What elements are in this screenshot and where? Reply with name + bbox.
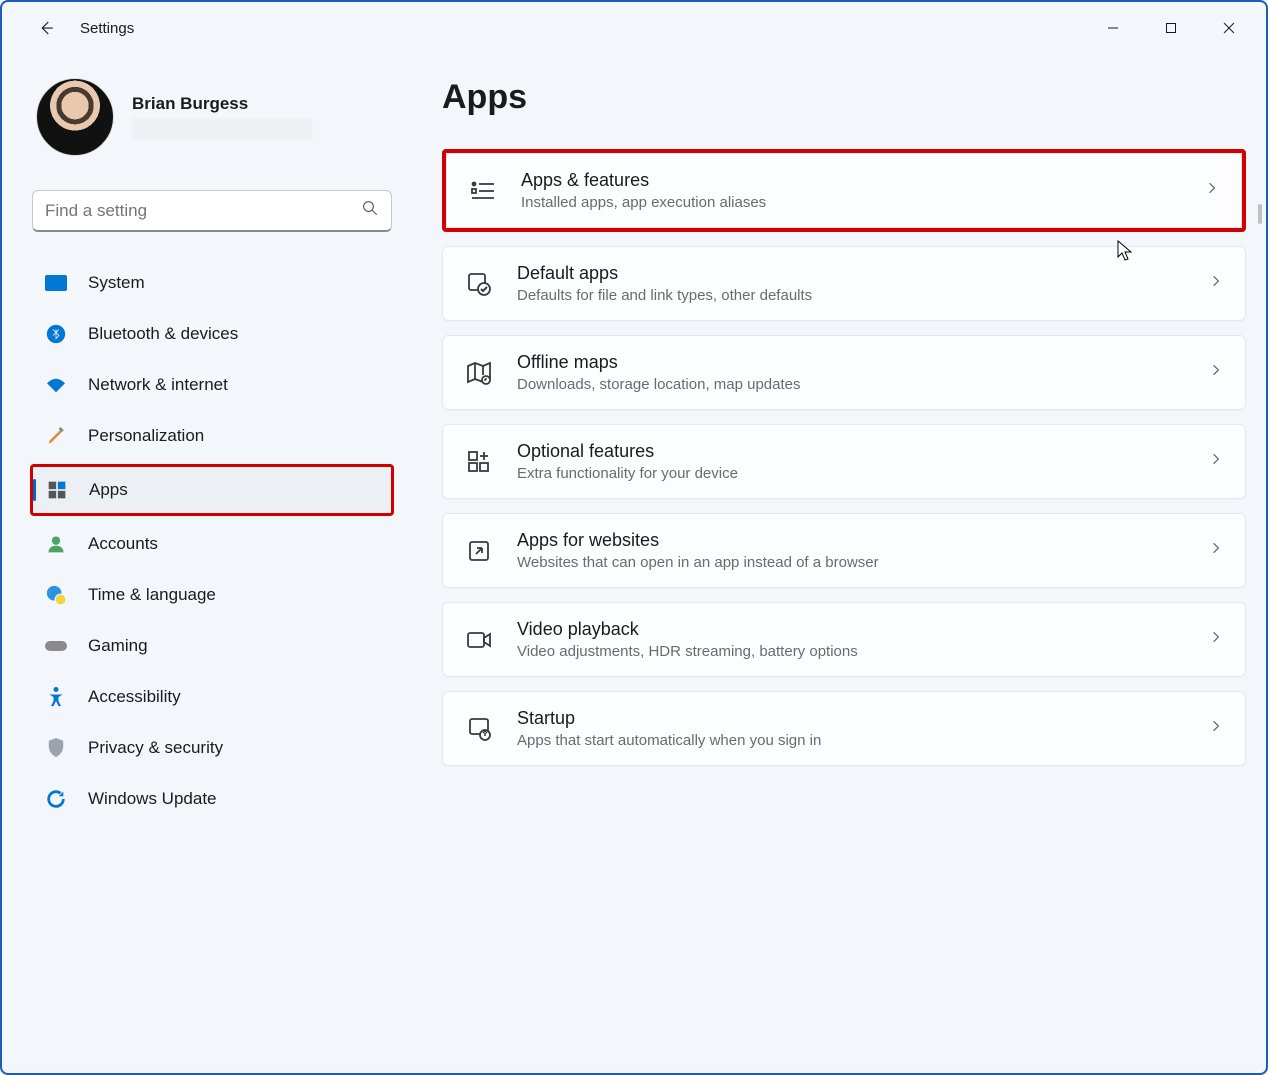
chevron-right-icon <box>1209 719 1223 738</box>
card-title: Offline maps <box>517 352 1185 373</box>
sidebar-item-bluetooth[interactable]: Bluetooth & devices <box>32 311 392 357</box>
sidebar-item-label: Personalization <box>88 426 204 446</box>
map-icon <box>465 359 493 387</box>
card-optional-features[interactable]: Optional features Extra functionality fo… <box>442 424 1246 499</box>
chevron-right-icon <box>1205 181 1219 200</box>
card-subtitle: Installed apps, app execution aliases <box>521 194 1181 211</box>
globe-clock-icon <box>44 583 68 607</box>
avatar <box>36 78 114 156</box>
search-box[interactable] <box>32 190 392 232</box>
card-offline-maps[interactable]: Offline maps Downloads, storage location… <box>442 335 1246 410</box>
profile-name: Brian Burgess <box>132 94 312 114</box>
profile-email-redacted <box>132 118 312 140</box>
sidebar-item-label: Bluetooth & devices <box>88 324 238 344</box>
gamepad-icon <box>44 634 68 658</box>
chevron-right-icon <box>1209 541 1223 560</box>
open-external-icon <box>465 537 493 565</box>
card-subtitle: Video adjustments, HDR streaming, batter… <box>517 643 1185 660</box>
sidebar-item-label: Apps <box>89 480 128 500</box>
sidebar-item-personalization[interactable]: Personalization <box>32 413 392 459</box>
sidebar-item-label: System <box>88 273 145 293</box>
paintbrush-icon <box>44 424 68 448</box>
card-title: Apps for websites <box>517 530 1185 551</box>
window-title: Settings <box>80 20 134 37</box>
shield-icon <box>44 736 68 760</box>
card-video-playback[interactable]: Video playback Video adjustments, HDR st… <box>442 602 1246 677</box>
window-controls <box>1084 8 1258 48</box>
chevron-right-icon <box>1209 274 1223 293</box>
grid-plus-icon <box>465 448 493 476</box>
card-subtitle: Defaults for file and link types, other … <box>517 287 1185 304</box>
system-icon <box>44 271 68 295</box>
startup-icon <box>465 715 493 743</box>
profile[interactable]: Brian Burgess <box>36 78 392 156</box>
video-icon <box>465 626 493 654</box>
sidebar-item-accounts[interactable]: Accounts <box>32 521 392 567</box>
card-title: Optional features <box>517 441 1185 462</box>
sidebar: Brian Burgess System Bluetooth & dev <box>2 54 402 1073</box>
page-title: Apps <box>442 78 1246 117</box>
card-startup[interactable]: Startup Apps that start automatically wh… <box>442 691 1246 766</box>
sidebar-item-system[interactable]: System <box>32 260 392 306</box>
bluetooth-icon <box>44 322 68 346</box>
accessibility-icon <box>44 685 68 709</box>
card-subtitle: Websites that can open in an app instead… <box>517 554 1185 571</box>
sidebar-item-label: Accounts <box>88 534 158 554</box>
close-button[interactable] <box>1200 8 1258 48</box>
sidebar-item-label: Windows Update <box>88 789 217 809</box>
highlight-nav-apps: Apps <box>30 464 394 516</box>
maximize-button[interactable] <box>1142 8 1200 48</box>
sidebar-item-label: Time & language <box>88 585 216 605</box>
card-title: Apps & features <box>521 170 1181 191</box>
chevron-right-icon <box>1209 630 1223 649</box>
scrollbar[interactable] <box>1258 204 1262 224</box>
minimize-button[interactable] <box>1084 8 1142 48</box>
card-default-apps[interactable]: Default apps Defaults for file and link … <box>442 246 1246 321</box>
card-title: Video playback <box>517 619 1185 640</box>
card-subtitle: Apps that start automatically when you s… <box>517 732 1185 749</box>
card-title: Default apps <box>517 263 1185 284</box>
chevron-right-icon <box>1209 452 1223 471</box>
sidebar-item-label: Accessibility <box>88 687 181 707</box>
card-subtitle: Extra functionality for your device <box>517 465 1185 482</box>
sidebar-item-network[interactable]: Network & internet <box>32 362 392 408</box>
sidebar-item-privacy[interactable]: Privacy & security <box>32 725 392 771</box>
default-apps-icon <box>465 270 493 298</box>
back-button[interactable] <box>26 8 66 48</box>
sidebar-item-gaming[interactable]: Gaming <box>32 623 392 669</box>
search-input[interactable] <box>45 201 361 221</box>
card-subtitle: Downloads, storage location, map updates <box>517 376 1185 393</box>
card-title: Startup <box>517 708 1185 729</box>
sidebar-item-time-language[interactable]: Time & language <box>32 572 392 618</box>
chevron-right-icon <box>1209 363 1223 382</box>
nav: System Bluetooth & devices Network & int… <box>32 260 392 822</box>
card-apps-features[interactable]: Apps & features Installed apps, app exec… <box>446 153 1242 228</box>
card-apps-for-websites[interactable]: Apps for websites Websites that can open… <box>442 513 1246 588</box>
person-icon <box>44 532 68 556</box>
apps-icon <box>45 478 69 502</box>
sidebar-item-label: Network & internet <box>88 375 228 395</box>
sidebar-item-apps[interactable]: Apps <box>33 467 391 513</box>
update-icon <box>44 787 68 811</box>
sidebar-item-label: Gaming <box>88 636 148 656</box>
search-icon <box>361 199 379 222</box>
sidebar-item-accessibility[interactable]: Accessibility <box>32 674 392 720</box>
wifi-icon <box>44 373 68 397</box>
titlebar: Settings <box>2 2 1266 54</box>
sidebar-item-windows-update[interactable]: Windows Update <box>32 776 392 822</box>
main-content: Apps Apps & features Installed apps, app… <box>402 54 1266 1073</box>
sidebar-item-label: Privacy & security <box>88 738 223 758</box>
list-icon <box>469 177 497 205</box>
highlight-apps-features: Apps & features Installed apps, app exec… <box>442 149 1246 232</box>
